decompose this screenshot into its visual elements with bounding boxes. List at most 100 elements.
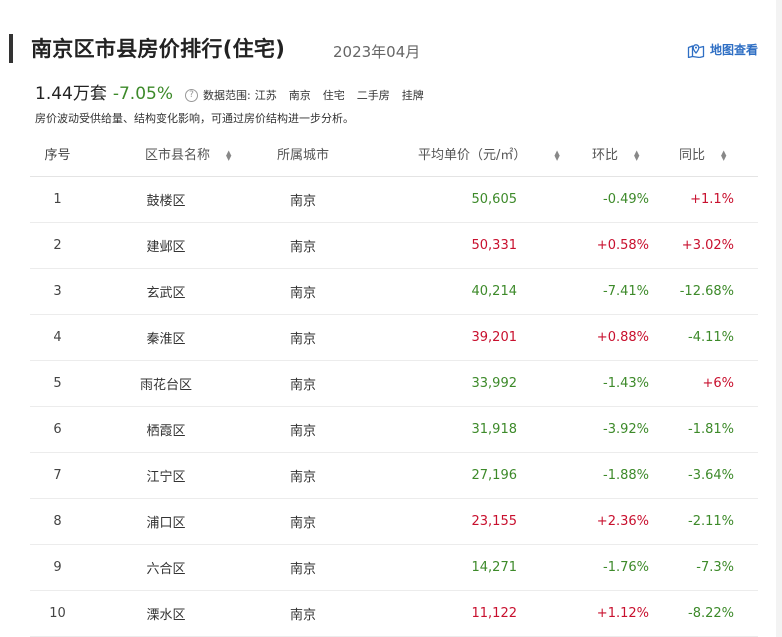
cell-city: 南京	[289, 470, 316, 485]
cell-rank: 4	[53, 330, 62, 345]
cell-district: 玄武区	[146, 286, 186, 301]
cell-price: 39,201	[471, 330, 518, 345]
header-yoy-label: 同比	[679, 148, 706, 163]
cell-district: 浦口区	[146, 516, 186, 531]
cell-city: 南京	[289, 608, 316, 623]
table-row[interactable]: 3 玄武区 南京 40,214 -7.41% -12.68%	[30, 269, 758, 315]
scope-label: 数据范围:	[203, 89, 251, 102]
cell-city: 南京	[289, 424, 316, 439]
cell-rank: 10	[49, 606, 66, 621]
cell-district: 栖霞区	[146, 424, 186, 439]
cell-district: 六合区	[146, 562, 186, 577]
cell-price: 14,271	[471, 560, 518, 575]
table-row[interactable]: 7 江宁区 南京 27,196 -1.88% -3.64%	[30, 453, 758, 499]
cell-city: 南京	[289, 286, 316, 301]
cell-rank: 7	[53, 468, 62, 483]
header-mom-label: 环比	[592, 148, 619, 163]
sort-arrows-icon[interactable]: ▲ ▼	[721, 149, 726, 161]
cell-mom: +2.36%	[596, 514, 649, 529]
cell-district: 鼓楼区	[146, 194, 186, 209]
cell-yoy: -4.11%	[688, 330, 734, 345]
cell-district: 雨花台区	[139, 378, 192, 393]
cell-yoy: +1.1%	[690, 192, 734, 207]
header-yoy[interactable]: 同比 ▲ ▼	[677, 144, 758, 163]
listing-change: -7.05%	[112, 84, 173, 104]
table-row[interactable]: 10 溧水区 南京 11,122 +1.12% -8.22%	[30, 591, 758, 637]
header-mom[interactable]: 环比 ▲ ▼	[547, 144, 677, 163]
cell-yoy: -3.64%	[688, 468, 734, 483]
cell-city: 南京	[289, 516, 316, 531]
cell-city: 南京	[289, 332, 316, 347]
cell-mom: -3.92%	[603, 422, 649, 437]
sort-arrows-icon[interactable]: ▲ ▼	[634, 149, 639, 161]
summary-line: 1.44万套 -7.05% ? 数据范围: 江苏 南京 住宅 二手房 挂牌	[35, 79, 424, 104]
table-header-row: 序号 区市县名称 ▲ ▼ 所属城市 平均单价（元/㎡） ▲ ▼ 环比 ▲ ▼ 同比 ▲ ▼	[30, 131, 758, 177]
cell-rank: 3	[53, 284, 62, 299]
map-pin-icon	[687, 43, 705, 58]
cell-mom: +0.88%	[596, 330, 649, 345]
cell-yoy: +3.02%	[681, 238, 734, 253]
title-accent-bar	[9, 34, 13, 63]
cell-price: 50,605	[471, 192, 518, 207]
cell-city: 南京	[289, 378, 316, 393]
table-row[interactable]: 2 建邺区 南京 50,331 +0.58% +3.02%	[30, 223, 758, 269]
cell-mom: -1.43%	[603, 376, 649, 391]
help-circle-icon[interactable]: ?	[185, 89, 198, 102]
cell-price: 31,918	[471, 422, 518, 437]
cell-rank: 1	[53, 192, 62, 207]
scope-tag-province: 江苏	[254, 89, 277, 102]
cell-price: 27,196	[471, 468, 518, 483]
table-row[interactable]: 4 秦淮区 南京 39,201 +0.88% -4.11%	[30, 315, 758, 361]
header-rank: 序号	[44, 148, 71, 163]
table-row[interactable]: 6 栖霞区 南京 31,918 -3.92% -1.81%	[30, 407, 758, 453]
analysis-note: 房价波动受供给量、结构变化影响，可通过房价结构进一步分析。	[35, 112, 354, 125]
map-view-link[interactable]: 地图查看	[687, 41, 758, 58]
cell-yoy: -8.22%	[688, 606, 734, 621]
data-period: 2023年04月	[333, 43, 421, 61]
cell-mom: -7.41%	[603, 284, 649, 299]
cell-rank: 8	[53, 514, 62, 529]
scope-tag-city: 南京	[288, 89, 311, 102]
cell-district: 江宁区	[146, 470, 186, 485]
cell-price: 40,214	[471, 284, 518, 299]
cell-district: 建邺区	[146, 240, 186, 255]
cell-price: 33,992	[471, 376, 518, 391]
sort-arrows-icon[interactable]: ▲ ▼	[226, 149, 231, 161]
scope-tag-type: 住宅	[322, 89, 345, 102]
table-row[interactable]: 8 浦口区 南京 23,155 +2.36% -2.11%	[30, 499, 758, 545]
page-title: 南京区市县房价排行(住宅)	[31, 37, 286, 61]
cell-yoy: -1.81%	[688, 422, 734, 437]
cell-city: 南京	[289, 194, 316, 209]
cell-district: 秦淮区	[146, 332, 186, 347]
header-district-label: 区市县名称	[145, 148, 211, 163]
cell-rank: 5	[53, 376, 62, 391]
table-row[interactable]: 5 雨花台区 南京 33,992 -1.43% +6%	[30, 361, 758, 407]
cell-rank: 2	[53, 238, 62, 253]
header-price[interactable]: 平均单价（元/㎡） ▲ ▼	[359, 144, 560, 163]
district-ranking-table: 序号 区市县名称 ▲ ▼ 所属城市 平均单价（元/㎡） ▲ ▼ 环比 ▲ ▼ 同比 ▲ ▼ 1 鼓…	[30, 131, 758, 637]
table-row[interactable]: 1 鼓楼区 南京 50,605 -0.49% +1.1%	[30, 177, 758, 223]
table-body: 1 鼓楼区 南京 50,605 -0.49% +1.1% 2 建邺区 南京 50,331 +0.58…	[30, 177, 758, 637]
header-price-label: 平均单价（元/㎡）	[418, 148, 527, 163]
scope-tag-source: 挂牌	[401, 89, 424, 102]
cell-price: 11,122	[471, 606, 518, 621]
cell-rank: 9	[53, 560, 62, 575]
cell-mom: -1.76%	[603, 560, 649, 575]
scope-tag-market: 二手房	[356, 89, 390, 102]
cell-mom: -1.88%	[603, 468, 649, 483]
cell-city: 南京	[289, 562, 316, 577]
cell-mom: +0.58%	[596, 238, 649, 253]
cell-yoy: -7.3%	[696, 560, 734, 575]
listing-total: 1.44万套	[35, 84, 107, 104]
table-row[interactable]: 9 六合区 南京 14,271 -1.76% -7.3%	[30, 545, 758, 591]
header-district[interactable]: 区市县名称 ▲ ▼	[85, 144, 247, 163]
cell-yoy: -12.68%	[679, 284, 734, 299]
cell-price: 50,331	[471, 238, 518, 253]
header-city: 所属城市	[276, 148, 329, 163]
page-scrollbar[interactable]	[776, 0, 782, 637]
cell-price: 23,155	[471, 514, 518, 529]
cell-city: 南京	[289, 240, 316, 255]
map-view-label: 地图查看	[709, 43, 758, 57]
cell-rank: 6	[53, 422, 62, 437]
cell-district: 溧水区	[146, 608, 186, 623]
